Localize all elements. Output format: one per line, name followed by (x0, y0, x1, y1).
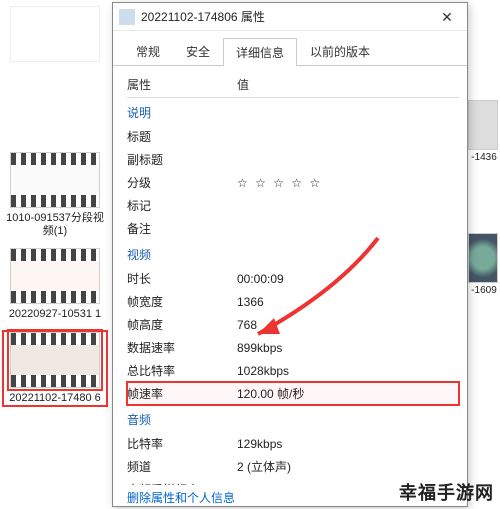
video-thumbnail (10, 152, 100, 208)
video-thumbnail (10, 332, 100, 388)
tab-strip: 常规 安全 详细信息 以前的版本 (113, 31, 467, 66)
property-row[interactable]: 频道2 (立体声) (127, 455, 459, 478)
dialog-title: 20221102-174806 属性 (141, 8, 433, 25)
property-value: 129kbps (237, 437, 459, 451)
property-row[interactable]: 帧高度768 (127, 313, 459, 336)
watermark: 幸福手游网 (399, 479, 494, 505)
property-value: 1028kbps (237, 364, 459, 378)
file-item[interactable]: 20220927-10531 1 (4, 248, 106, 321)
property-key: 备注 (127, 220, 237, 237)
property-key: 总比特率 (127, 362, 237, 379)
property-key: 标题 (127, 128, 237, 145)
property-key: 频道 (127, 458, 237, 475)
video-thumbnail (468, 233, 498, 283)
property-row[interactable]: 时长00:00:09 (127, 267, 459, 290)
tab-previous-versions[interactable]: 以前的版本 (297, 37, 383, 65)
property-row[interactable]: 分级☆ ☆ ☆ ☆ ☆ (127, 171, 459, 194)
property-row[interactable]: 标记 (127, 194, 459, 217)
file-label: -1609 (468, 285, 500, 296)
property-key: 分级 (127, 174, 237, 191)
property-row[interactable]: 标题 (127, 125, 459, 148)
file-list: 1010-091537分段视频(1) 20220927-10531 1 2022… (0, 0, 110, 509)
tab-details[interactable]: 详细信息 (223, 38, 297, 66)
file-label: -1436 (468, 152, 500, 163)
property-row[interactable]: 备注 (127, 217, 459, 240)
property-value: 899kbps (237, 341, 459, 355)
header-property: 属性 (127, 76, 237, 93)
properties-dialog: 20221102-174806 属性 ✕ 常规 安全 详细信息 以前的版本 属性… (112, 2, 468, 507)
property-row[interactable]: 帧宽度1366 (127, 290, 459, 313)
property-key: 标记 (127, 197, 237, 214)
property-value: 768 (237, 318, 459, 332)
property-key: 比特率 (127, 435, 237, 452)
file-item[interactable]: -1436 (468, 100, 500, 163)
property-key: 帧宽度 (127, 293, 237, 310)
titlebar: 20221102-174806 属性 ✕ (113, 3, 467, 31)
tab-security[interactable]: 安全 (173, 37, 223, 65)
property-key: 帧速率 (127, 385, 237, 402)
video-thumbnail (10, 248, 100, 304)
file-item-selected[interactable]: 20221102-17480 6 (4, 332, 106, 405)
property-key: 帧高度 (127, 316, 237, 333)
property-row[interactable]: 数据速率899kbps (127, 336, 459, 359)
property-value: 00:00:09 (237, 272, 459, 286)
file-item[interactable]: 1010-091537分段视频(1) (4, 152, 106, 238)
section-header: 说明 (127, 98, 459, 125)
file-label: 20221102-17480 6 (4, 392, 106, 405)
property-key: 时长 (127, 270, 237, 287)
tab-general[interactable]: 常规 (123, 37, 173, 65)
column-headers: 属性 值 (127, 72, 459, 98)
property-value: ☆ ☆ ☆ ☆ ☆ (237, 176, 459, 190)
close-button[interactable]: ✕ (433, 6, 461, 28)
property-row[interactable]: 帧速率120.00 帧/秒 (127, 382, 459, 405)
blank-thumb (10, 6, 100, 62)
properties-body[interactable]: 属性 值 说明标题副标题分级☆ ☆ ☆ ☆ ☆标记备注视频时长00:00:09帧… (113, 66, 467, 485)
section-header: 音频 (127, 405, 459, 432)
file-list-right: -1436 -1609 (468, 0, 500, 509)
file-label: 20220927-10531 1 (4, 308, 106, 321)
property-value: 120.00 帧/秒 (237, 385, 459, 402)
property-key: 副标题 (127, 151, 237, 168)
property-row[interactable]: 比特率129kbps (127, 432, 459, 455)
property-row[interactable]: 总比特率1028kbps (127, 359, 459, 382)
file-item[interactable]: -1609 (468, 233, 500, 296)
header-value: 值 (237, 76, 459, 93)
section-header: 视频 (127, 240, 459, 267)
property-row[interactable]: 副标题 (127, 148, 459, 171)
property-key: 数据速率 (127, 339, 237, 356)
property-value: 2 (立体声) (237, 458, 459, 475)
file-icon (119, 9, 135, 25)
property-value: 1366 (237, 295, 459, 309)
file-label: 1010-091537分段视频(1) (4, 212, 106, 238)
video-thumbnail (468, 100, 498, 150)
